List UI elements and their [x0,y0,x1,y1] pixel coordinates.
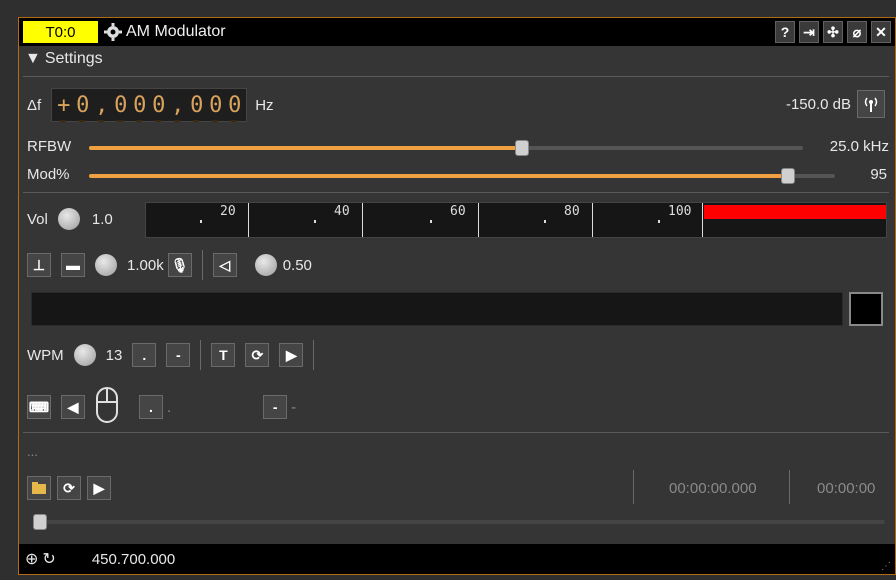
morse-key-icon[interactable]: ◀ [61,395,85,419]
gear-icon[interactable] [104,23,122,41]
channel-power: -150.0 dB [785,95,851,113]
freq-digit[interactable]: 0 [206,93,225,122]
file-time-total: 00:00:00 [817,480,876,497]
divider [23,432,889,433]
level-meter: 20 40 60 80 100 [145,202,887,238]
settings-label: Settings [44,50,103,67]
freq-digit[interactable]: 0 [187,93,206,122]
mouse-icon[interactable] [95,386,119,428]
rfbw-slider[interactable] [89,140,803,156]
rfbw-label: RFBW [27,138,72,155]
keyboard-icon[interactable]: ⌨ [27,395,51,419]
freq-digit[interactable]: 0 [225,93,244,122]
reload-icon[interactable]: ↻ [42,549,55,569]
close-icon[interactable]: ✕ [871,21,891,43]
open-file-icon[interactable] [27,476,51,500]
shrink-icon[interactable]: ✣ [823,21,843,43]
tone-frequency-value: 1.00k [127,256,164,274]
window-title: AM Modulator [126,23,226,40]
divider [313,340,315,370]
freq-separator: , [92,93,111,122]
keyer-dash-button[interactable]: - [263,395,288,419]
divider [789,470,790,504]
am-modulator-window: T0:0 AM Modulator ? ⇥ ✣ ⌀ ✕ ▼ Settings Δ… [18,17,896,575]
divider [23,192,889,193]
freq-sign[interactable]: + [54,93,73,122]
file-time-current: 00:00:00.000 [669,480,757,497]
tone-frequency-knob[interactable] [95,254,117,276]
hide-icon[interactable]: ⌀ [847,21,867,43]
freq-digit[interactable]: 0 [111,93,130,122]
microphone-icon[interactable]: 🎙 [167,253,192,277]
rfbw-slider-fill [89,146,523,150]
add-channel-icon[interactable]: ⊕ [25,549,38,569]
vol-knob[interactable] [57,208,80,230]
tone-icon[interactable]: ▬ [61,253,85,277]
text-button[interactable]: T [211,343,236,367]
help-icon[interactable]: ? [775,21,795,43]
meter-peak-bar [704,205,886,219]
wpm-value: 13 [105,346,123,364]
morse-text-input[interactable] [31,292,843,326]
status-bar: ⊕ ↻ 450.700.000 ⋰ [19,544,895,574]
dot-indicator: . [167,398,172,416]
vol-value: 1.0 [91,210,113,228]
divider [633,470,634,504]
vol-label: Vol [27,210,48,228]
antenna-icon[interactable] [857,90,885,118]
freq-digit[interactable]: 0 [73,93,92,122]
keyer-dot-button[interactable]: . [139,395,163,419]
delta-f-label: Δf [27,96,42,114]
file-play-icon[interactable]: ▶ [87,476,111,500]
meter-tick-label: 80 [564,204,580,219]
speaker-icon[interactable]: ◁ [212,253,237,277]
rfbw-slider-thumb[interactable] [515,140,529,156]
freq-digit[interactable]: 0 [149,93,168,122]
center-frequency: 450.700.000 [91,550,176,568]
freq-separator: , [168,93,187,122]
wpm-knob[interactable] [73,344,96,366]
file-seek-thumb[interactable] [33,514,47,530]
move-to-workspace-icon[interactable]: ⇥ [799,21,819,43]
file-seek-slider[interactable] [33,514,885,530]
title-bar: T0:0 AM Modulator ? ⇥ ✣ ⌀ ✕ [19,18,895,46]
meter-tick-label: 40 [334,204,350,219]
device-tag[interactable]: T0:0 [23,21,98,43]
repeat-icon[interactable]: ⟳ [245,343,270,367]
dash-indicator: - [291,398,297,416]
meter-tick-label: 60 [450,204,466,219]
freq-unit: Hz [255,96,274,114]
feedback-volume-knob[interactable] [254,254,277,276]
divider [201,250,203,280]
triangle-down-icon: ▼ [25,50,41,67]
dot-button[interactable]: . [132,343,157,367]
rfbw-value: 25.0 kHz [829,138,889,155]
mod-value: 95 [870,166,887,183]
settings-toggle[interactable]: ▼ Settings [25,50,103,68]
meter-tick-label: 100 [668,204,692,219]
frequency-dial[interactable]: + 0 , 0 0 0 , 0 0 0 [51,88,248,122]
dash-button[interactable]: - [166,343,191,367]
freq-digit[interactable]: 0 [130,93,149,122]
resize-grip-icon[interactable]: ⋰ [881,561,891,572]
file-name: ... [27,444,38,459]
feedback-volume-value: 0.50 [282,256,312,274]
mod-slider[interactable] [89,168,835,184]
divider [23,76,889,77]
play-icon[interactable]: ▶ [279,343,304,367]
wpm-label: WPM [27,346,64,364]
loop-icon[interactable]: ⟳ [57,476,81,500]
mod-slider-thumb[interactable] [781,168,795,184]
filter-icon[interactable]: ⊥ [27,253,51,277]
divider [200,340,202,370]
color-swatch[interactable] [849,292,883,326]
mod-slider-fill [89,174,789,178]
meter-tick-label: 20 [220,204,236,219]
mod-label: Mod% [27,166,70,183]
